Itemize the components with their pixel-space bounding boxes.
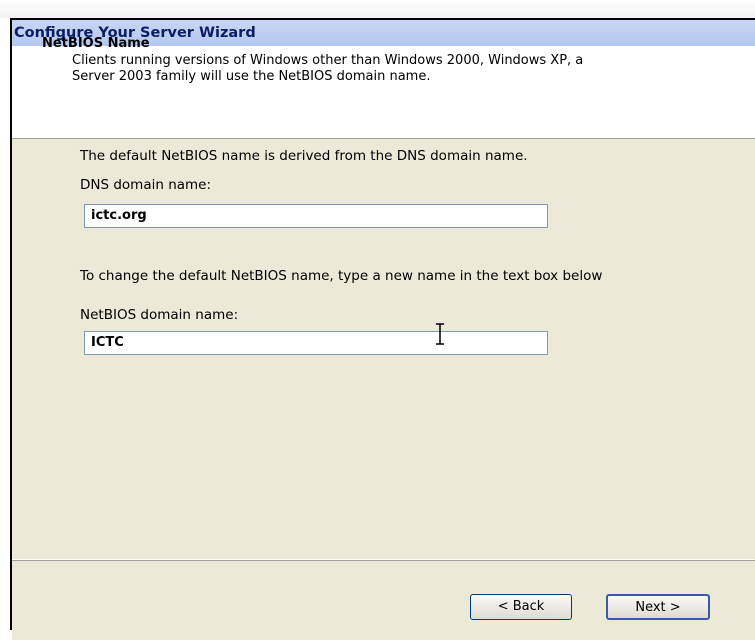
i-beam-cursor-icon — [436, 323, 444, 345]
wizard-window: Configure Your Server Wizard — [10, 18, 755, 640]
screenshot-frame: Configure Your Server Wizard NetBIOS Nam… — [0, 0, 755, 640]
netbios-domain-field[interactable]: ICTC — [84, 331, 548, 355]
netbios-domain-label: NetBIOS domain name: — [80, 307, 239, 323]
page-title: NetBIOS Name — [42, 36, 150, 51]
change-instruction-text: To change the default NetBIOS name, type… — [80, 268, 603, 284]
page-description: Clients running versions of Windows othe… — [72, 53, 584, 84]
back-button[interactable]: < Back — [470, 594, 572, 620]
background-strip — [0, 0, 755, 18]
footer-divider — [12, 560, 755, 561]
dns-domain-field[interactable]: ictc.org — [84, 204, 548, 228]
dns-domain-label: DNS domain name: — [80, 177, 212, 193]
intro-text: The default NetBIOS name is derived from… — [80, 148, 528, 164]
next-button[interactable]: Next > — [606, 594, 710, 620]
